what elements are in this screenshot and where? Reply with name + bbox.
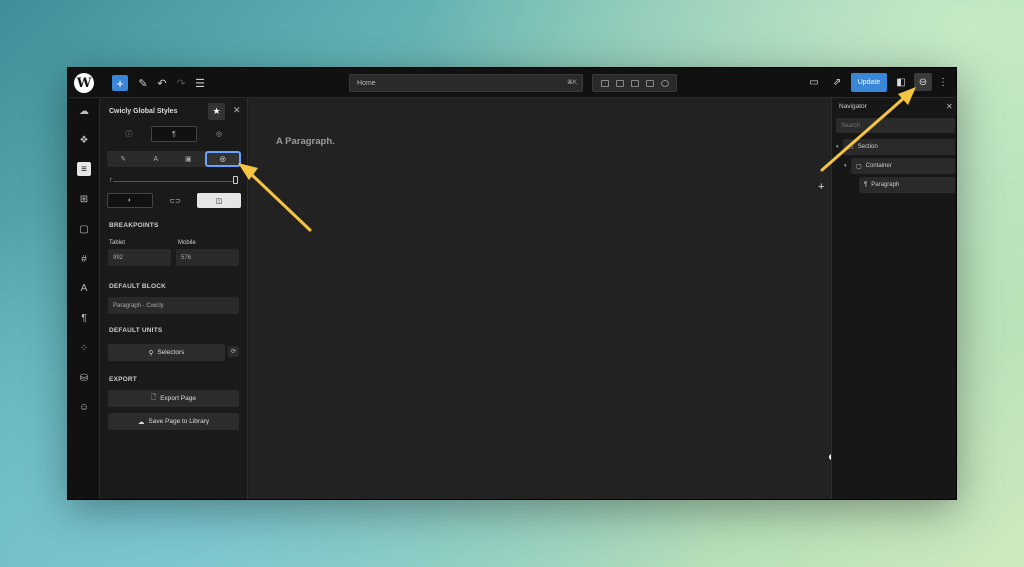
selectors-label: Selectors xyxy=(157,349,185,356)
close-icon[interactable]: ✕ xyxy=(946,102,953,111)
chevron-down-icon[interactable]: ▾ xyxy=(844,163,847,169)
database-icon[interactable]: ⛁ xyxy=(77,371,91,385)
command-search-input[interactable]: Home ⌘K xyxy=(349,74,583,92)
more-options-icon[interactable]: ⋮ xyxy=(937,76,949,88)
panel-title: Cwicly Global Styles xyxy=(109,108,178,115)
desktop-icon[interactable] xyxy=(600,79,609,87)
top-toolbar: W + ✎ ↶ ↷ ☰ Home ⌘K ▭ ⇗ Update ◧ ⊖ ⋮ xyxy=(68,68,956,98)
typography-tab-icon[interactable]: A xyxy=(140,151,173,167)
toggle-mode-icon[interactable]: ⊂⊃ xyxy=(153,193,197,208)
navigator-panel: Navigator ✕ Search ▾ ▭ Section ▾ ▢ Conta… xyxy=(831,98,956,499)
database-icon[interactable] xyxy=(645,79,654,87)
list-view-icon[interactable]: ☰ xyxy=(194,75,206,91)
laptop-icon[interactable] xyxy=(630,79,639,87)
search-value: Home xyxy=(357,79,376,87)
file-icon: 🗋 xyxy=(150,394,157,401)
add-section-icon[interactable]: + xyxy=(818,181,824,193)
shortcut-hint: ⌘K xyxy=(566,80,577,86)
export-page-label: Export Page xyxy=(160,395,196,402)
variables-icon[interactable]: ⁘ xyxy=(77,341,91,355)
tablet-icon[interactable] xyxy=(615,79,624,87)
default-block-select[interactable]: Paragraph - Cwicly xyxy=(108,297,239,314)
preview-device-icon[interactable]: ▭ xyxy=(808,76,820,88)
add-block-button[interactable]: + xyxy=(112,75,128,91)
wordpress-logo-icon[interactable]: W xyxy=(74,73,94,93)
redo-icon[interactable]: ↷ xyxy=(175,75,187,91)
mobile-device-icon xyxy=(233,176,238,184)
global-settings-tab-icon[interactable]: ◎ xyxy=(204,151,241,167)
container-icon: ▢ xyxy=(856,163,862,170)
navigator-title: Navigator xyxy=(839,103,867,110)
blocks-icon[interactable]: ⊞ xyxy=(77,192,91,206)
chevron-down-icon[interactable]: ▾ xyxy=(836,144,839,150)
tree-item-label: Section xyxy=(857,144,878,150)
external-link-icon[interactable]: ⇗ xyxy=(831,76,843,88)
breakpoints-heading: BREAKPOINTS xyxy=(109,222,159,229)
typography-icon[interactable]: A xyxy=(77,281,91,295)
device-preview-group xyxy=(592,74,677,92)
paragraph-icon[interactable]: ¶ xyxy=(77,311,91,325)
update-button[interactable]: Update xyxy=(851,73,887,92)
navigator-search-input[interactable]: Search xyxy=(836,118,955,133)
paragraph-block[interactable]: A Paragraph. xyxy=(276,136,335,147)
smiley-icon[interactable]: ☺ xyxy=(77,400,91,414)
paragraph-icon: ¶ xyxy=(864,182,868,188)
tree-item-section[interactable]: ▭ Section xyxy=(843,139,955,155)
breakpoint-start-icon: ↑ xyxy=(109,177,113,184)
sidebar-toggle-icon[interactable]: ◧ xyxy=(895,76,907,88)
default-units-heading: DEFAULT UNITS xyxy=(109,327,163,334)
close-icon[interactable]: ✕ xyxy=(233,105,241,116)
tablet-label: Tablet xyxy=(109,240,126,246)
undo-icon[interactable]: ↶ xyxy=(156,75,168,91)
star-icon[interactable]: ★ xyxy=(208,103,225,120)
mode-switch: ◐ ⊂⊃ ◫ xyxy=(107,193,241,208)
mobile-breakpoint-input[interactable]: 576 xyxy=(176,249,239,266)
editor-window: W + ✎ ↶ ↷ ☰ Home ⌘K ▭ ⇗ Update ◧ ⊖ ⋮ ☁ ❖… xyxy=(67,67,957,500)
navigator-toggle-icon[interactable]: ⊖ xyxy=(914,73,932,91)
brush-icon[interactable]: ✎ xyxy=(107,151,140,167)
breakpoint-slider[interactable] xyxy=(113,181,233,182)
tree-item-container[interactable]: ▢ Container xyxy=(851,158,955,174)
cloud-save-icon: ☁ xyxy=(137,418,145,426)
auto-mode-icon[interactable]: ◐ xyxy=(107,193,153,208)
styles-scope-icon[interactable]: ¶ xyxy=(151,126,197,142)
save-library-label: Save Page to Library xyxy=(148,418,210,425)
square-icon[interactable]: ▢ xyxy=(77,222,91,236)
tree-item-label: Container xyxy=(865,163,892,169)
wordpress-preview-icon[interactable] xyxy=(660,79,669,87)
light-mode-icon[interactable]: ◫ xyxy=(197,193,241,208)
components-icon[interactable]: ❖ xyxy=(77,133,91,147)
cloud-icon[interactable]: ☁ xyxy=(77,104,91,118)
editor-canvas[interactable]: A Paragraph. + xyxy=(249,98,835,499)
default-block-heading: DEFAULT BLOCK xyxy=(109,283,167,290)
left-rail: ☁ ❖ ≡ ⊞ ▢ # A ¶ ⁘ ⛁ ☺ xyxy=(68,98,100,499)
section-icon: ▭ xyxy=(848,144,854,151)
layout-tab-icon[interactable]: ▣ xyxy=(172,151,205,167)
global-styles-icon[interactable]: ≡ xyxy=(77,162,91,176)
hash-icon[interactable]: # xyxy=(77,252,91,266)
pencil-icon[interactable]: ✎ xyxy=(137,75,149,91)
selectors-button[interactable]: ⚲ Selectors xyxy=(108,344,225,361)
global-styles-panel: Cwicly Global Styles ★ ✕ ⓘ ¶ ◎ ✎ A ▣ ◎ ↑… xyxy=(100,98,248,499)
export-heading: EXPORT xyxy=(109,376,137,383)
tree-item-label: Paragraph xyxy=(871,182,900,188)
save-library-button[interactable]: ☁ Save Page to Library xyxy=(108,413,239,430)
selector-icon: ⚲ xyxy=(148,349,154,357)
settings-circle-icon[interactable]: ◎ xyxy=(197,126,241,142)
refresh-icon[interactable]: ⟳ xyxy=(228,346,239,357)
tablet-breakpoint-input[interactable]: 992 xyxy=(108,249,171,266)
export-page-button[interactable]: 🗋 Export Page xyxy=(108,390,239,407)
mobile-label: Mobile xyxy=(178,240,196,246)
info-icon[interactable]: ⓘ xyxy=(107,126,151,142)
scope-switch: ⓘ ¶ ◎ xyxy=(107,126,241,142)
settings-tabs: ✎ A ▣ ◎ xyxy=(107,151,241,167)
tree-item-paragraph[interactable]: ¶ Paragraph xyxy=(859,177,955,193)
